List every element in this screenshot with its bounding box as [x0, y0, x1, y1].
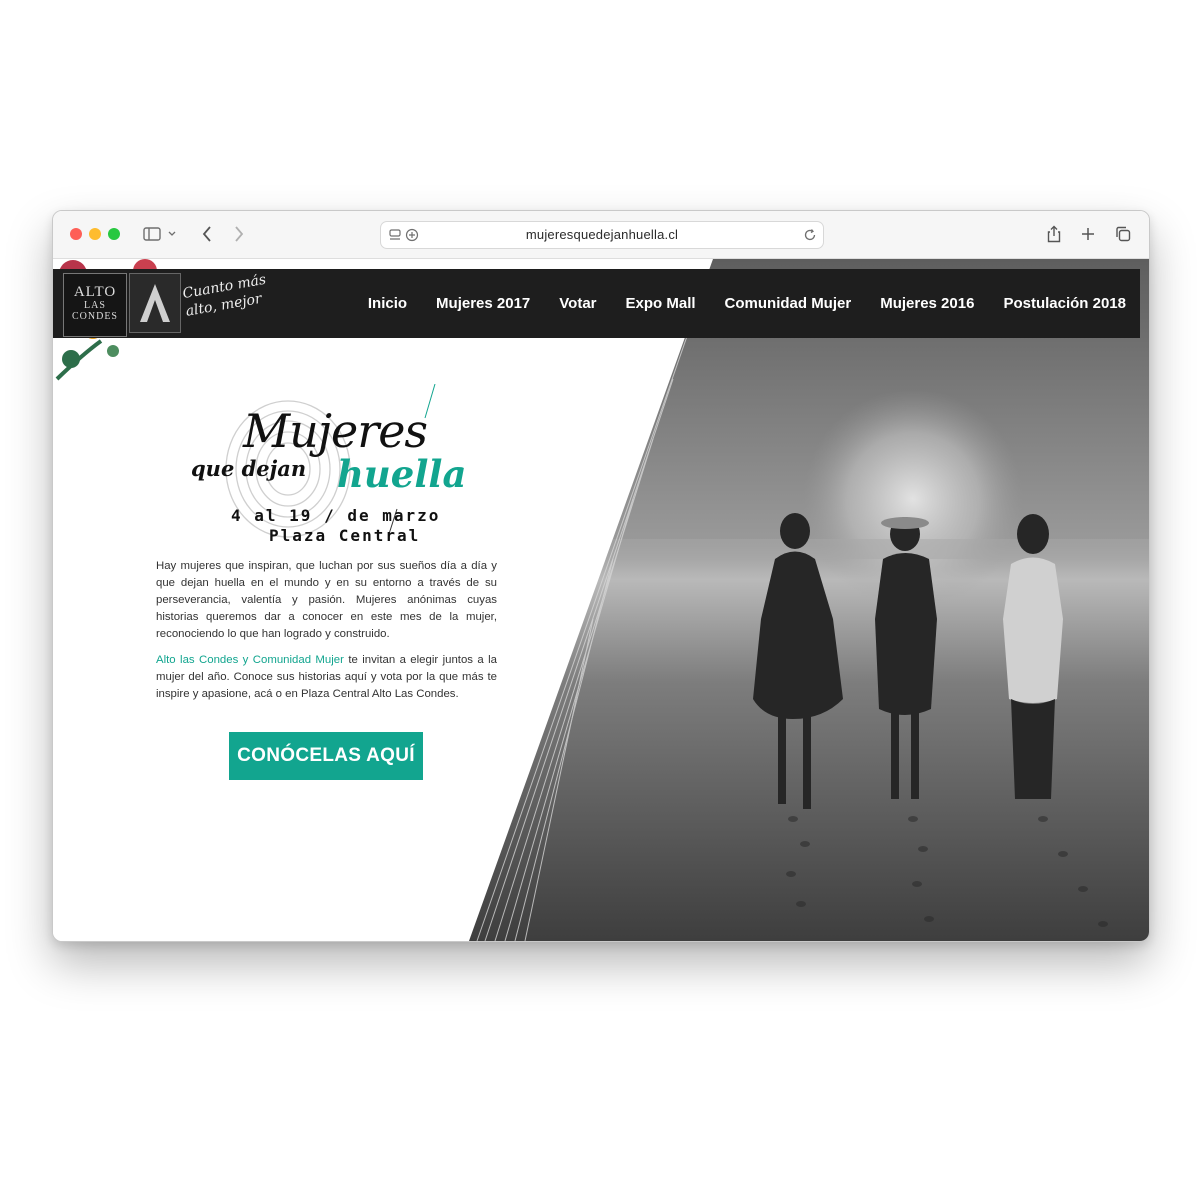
site-navbar: ALTO LAS CONDES Cuanto más alto, mejor I… — [53, 269, 1140, 338]
campaign-logo: Mujeres que dejan huella 4 al 19 / de ma… — [183, 384, 483, 554]
minimize-window-button[interactable] — [89, 228, 101, 240]
chevron-down-icon[interactable] — [165, 223, 179, 245]
nav-item-comunidad-mujer[interactable]: Comunidad Mujer — [725, 295, 852, 312]
event-place: Plaza Central — [269, 526, 421, 545]
close-window-button[interactable] — [70, 228, 82, 240]
nav-item-inicio[interactable]: Inicio — [368, 295, 407, 312]
nav-item-mujeres-2016[interactable]: Mujeres 2016 — [880, 295, 974, 312]
nav-item-mujeres-2017[interactable]: Mujeres 2017 — [436, 295, 530, 312]
intro-paragraph-1: Hay mujeres que inspiran, que luchan por… — [156, 560, 497, 640]
forward-icon[interactable] — [228, 223, 250, 245]
zoom-window-button[interactable] — [108, 228, 120, 240]
title-que-dejan: que dejan — [191, 456, 307, 481]
nav-menu: Inicio Mujeres 2017 Votar Expo Mall Comu… — [368, 269, 1126, 338]
share-icon[interactable] — [1043, 223, 1065, 245]
nav-item-expo-mall[interactable]: Expo Mall — [626, 295, 696, 312]
intro-paragraph-2: Alto las Condes y Comunidad Mujer te inv… — [156, 652, 497, 703]
alto-las-condes-logo[interactable]: ALTO LAS CONDES — [63, 273, 127, 337]
reload-icon[interactable] — [799, 224, 821, 246]
event-dates: 4 al 19 / de marzo — [231, 506, 441, 525]
tab-overview-icon[interactable] — [1112, 223, 1134, 245]
title-huella: huella — [337, 452, 467, 496]
new-tab-icon[interactable] — [1077, 223, 1099, 245]
web-page: ALTO LAS CONDES Cuanto más alto, mejor I… — [53, 259, 1149, 941]
tagline-script: Cuanto más alto, mejor — [181, 271, 268, 320]
browser-window: mujeresquedejanhuella.cl ALTO LAS CONDES… — [52, 210, 1150, 942]
partners-link[interactable]: Alto las Condes y Comunidad Mujer — [156, 654, 344, 666]
intro-text: Hay mujeres que inspiran, que luchan por… — [156, 558, 497, 712]
nav-item-votar[interactable]: Votar — [559, 295, 596, 312]
address-bar[interactable]: mujeresquedejanhuella.cl — [380, 221, 824, 249]
nav-item-postulacion-2018[interactable]: Postulación 2018 — [1003, 295, 1126, 312]
url-text: mujeresquedejanhuella.cl — [525, 227, 679, 242]
a-monogram-logo[interactable] — [129, 273, 181, 333]
title-mujeres: Mujeres — [243, 404, 428, 458]
conocelas-button[interactable]: CONÓCELAS AQUÍ — [229, 732, 423, 780]
browser-toolbar: mujeresquedejanhuella.cl — [53, 211, 1149, 259]
back-icon[interactable] — [196, 223, 218, 245]
sidebar-icon[interactable] — [141, 223, 163, 245]
